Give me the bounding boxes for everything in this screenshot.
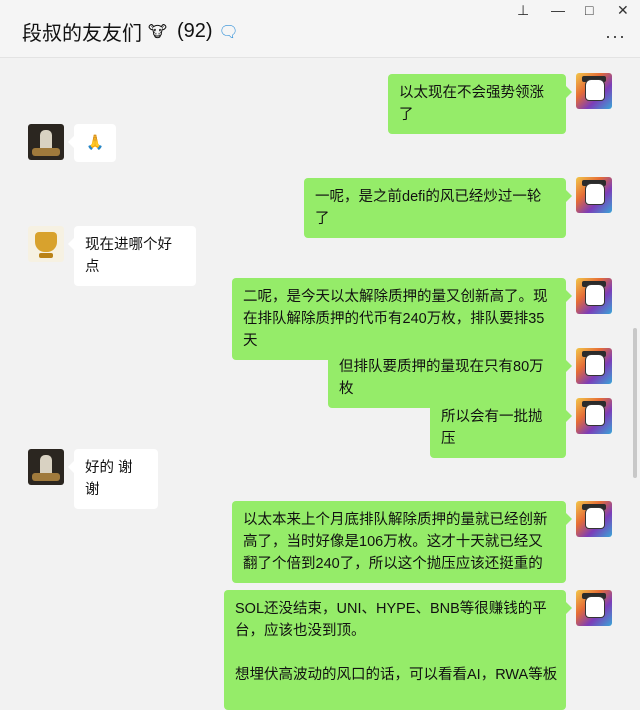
message-bubble[interactable]: 所以会有一批抛压 [430, 398, 572, 458]
avatar[interactable] [576, 73, 612, 109]
message-bubble[interactable]: 现在进哪个好点 [68, 226, 196, 286]
message-bubble[interactable]: 🙏 [68, 124, 116, 162]
message-bubble[interactable]: 以太本来上个月底排队解除质押的量就已经创新高了，当时好像是106万枚。这才十天就… [232, 501, 572, 583]
group-name: 段叔的友友们 [22, 23, 142, 45]
avatar[interactable] [576, 177, 612, 213]
scrollbar[interactable] [633, 328, 637, 478]
chat-title[interactable]: 段叔的友友们 🐮 (92) 🗨 [22, 17, 239, 46]
speech-bubble-icon: 🗨 [218, 23, 239, 41]
avatar[interactable] [576, 398, 612, 434]
member-count: (92) [176, 20, 213, 42]
avatar[interactable] [576, 590, 612, 626]
maximize-button[interactable]: □ [585, 2, 593, 18]
more-options-icon[interactable]: ··· [605, 26, 626, 47]
minimize-button[interactable]: — [551, 2, 565, 18]
avatar[interactable] [576, 278, 612, 314]
message-list[interactable]: 以太现在不会强势领涨了 🙏 一呢，是之前defi的风已经炒过一轮了 现在进哪个好… [0, 58, 640, 710]
message-paragraph: 想埋伏高波动的风口的话，可以看看AI，RWA等板 [235, 667, 558, 683]
close-button[interactable]: ✕ [617, 2, 629, 19]
avatar[interactable] [28, 124, 64, 160]
avatar[interactable] [28, 226, 64, 262]
message-bubble[interactable]: 好的 谢谢 [68, 449, 158, 509]
message-bubble[interactable]: 以太现在不会强势领涨了 [388, 74, 572, 134]
chat-header: 段叔的友友们 🐮 (92) 🗨 ⊥ — □ ✕ ··· [0, 0, 640, 58]
pin-icon[interactable]: ⊥ [517, 2, 529, 19]
message-bubble[interactable]: SOL还没结束，UNI、HYPE、BNB等很赚钱的平台，应该也没到顶。 想埋伏高… [224, 590, 572, 710]
message-bubble[interactable]: 一呢，是之前defi的风已经炒过一轮了 [304, 178, 572, 238]
avatar[interactable] [576, 348, 612, 384]
message-paragraph: SOL还没结束，UNI、HYPE、BNB等很赚钱的平台，应该也没到顶。 [235, 601, 547, 639]
cow-emoji: 🐮 [148, 23, 167, 41]
avatar[interactable] [28, 449, 64, 485]
avatar[interactable] [576, 501, 612, 537]
